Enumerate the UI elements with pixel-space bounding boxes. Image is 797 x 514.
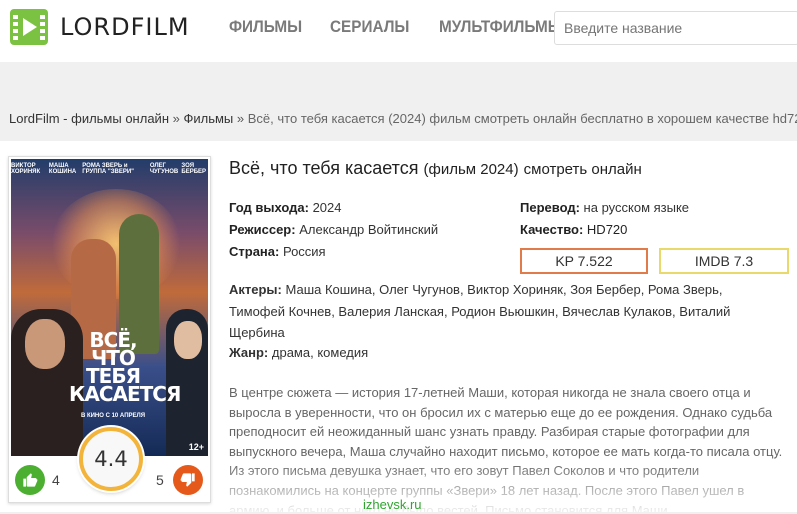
breadcrumb-current: Всё, что тебя касается (2024) фильм смот… (247, 111, 797, 126)
poster-title: ВСЁ, ЧТО ТЕБЯ КАСАЕТСЯ (69, 328, 181, 406)
translation-value: на русском языке (583, 200, 690, 215)
country-label: Страна: (229, 244, 280, 259)
nav-item-series[interactable]: СЕРИАЛЫ (330, 17, 409, 37)
nav-item-films[interactable]: ФИЛЬМЫ (229, 17, 302, 37)
poster-actor-name: ОЛЕГ ЧУГУНОВ (149, 163, 179, 175)
logo-text: LORDFILM (60, 13, 190, 41)
poster-actor-name: МАША КОШИНА (48, 163, 77, 175)
actors-value: Маша Кошина, Олег Чугунов, Виктор Хориня… (229, 282, 731, 340)
year-field: Год выхода: 2024 (229, 200, 341, 215)
nav-item-cartoons[interactable]: МУЛЬТФИЛЬМЫ (439, 17, 563, 37)
thumbs-up-icon (23, 473, 38, 487)
poster-age-rating: 12+ (188, 442, 204, 452)
watermark: izhevsk.ru (363, 497, 422, 512)
dislikes-count: 5 (156, 472, 164, 488)
kp-rating[interactable]: KP 7.522 (520, 248, 648, 274)
breadcrumb-separator: » (236, 111, 245, 126)
description-fade (229, 462, 797, 512)
title-main: Всё, что тебя касается (229, 158, 419, 178)
poster-actor-names: ВИКТОР ХОРИНЯК МАША КОШИНА РОМА ЗВЕРЬ и … (11, 163, 208, 175)
actors-field: Актеры: Маша Кошина, Олег Чугунов, Викто… (229, 279, 769, 344)
poster-release-date: В КИНО С 10 АПРЕЛЯ (80, 413, 146, 419)
country-value: Россия (282, 244, 326, 259)
film-play-icon (10, 9, 48, 45)
like-button[interactable] (15, 465, 45, 495)
quality-field: Качество: HD720 (520, 222, 627, 237)
poster-actor-name: ВИКТОР ХОРИНЯК (11, 163, 41, 175)
director-value: Александр Войтинский (299, 222, 439, 237)
rating-score: 4.4 (79, 427, 143, 491)
breadcrumb-films[interactable]: Фильмы (183, 111, 233, 126)
site-header: LORDFILM ФИЛЬМЫ СЕРИАЛЫ МУЛЬТФИЛЬМЫ (0, 0, 797, 56)
breadcrumb-home[interactable]: LordFilm - фильмы онлайн (9, 111, 169, 126)
title-year: (фильм 2024) (423, 161, 519, 178)
breadcrumb: LordFilm - фильмы онлайн » Фильмы » Всё,… (9, 111, 797, 126)
actors-label: Актеры: (229, 282, 282, 297)
page-title: Всё, что тебя касается (фильм 2024) смот… (229, 158, 642, 179)
genre-label: Жанр: (229, 345, 269, 360)
director-field: Режиссер: Александр Войтинский (229, 222, 438, 237)
dislike-button[interactable] (173, 465, 203, 495)
year-value: 2024 (312, 200, 342, 215)
poster-actor-name: ЗОЯ БЕРБЕР (181, 163, 207, 175)
translation-label: Перевод: (520, 200, 580, 215)
director-label: Режиссер: (229, 222, 296, 237)
title-tail: смотреть онлайн (523, 161, 642, 178)
year-label: Год выхода: (229, 200, 309, 215)
country-field: Страна: Россия (229, 244, 326, 259)
poster-actor-name: РОМА ЗВЕРЬ и ГРУППА "ЗВЕРИ" (82, 163, 135, 175)
quality-value: HD720 (586, 222, 628, 237)
imdb-rating[interactable]: IMDB 7.3 (659, 248, 789, 274)
breadcrumb-separator: » (172, 111, 180, 126)
search-input[interactable] (554, 11, 797, 45)
translation-field: Перевод: на русском языке (520, 200, 689, 215)
genre-field: Жанр: драма, комедия (229, 345, 368, 360)
site-logo[interactable]: LORDFILM (10, 9, 190, 45)
thumbs-down-icon (180, 473, 195, 487)
movie-poster[interactable]: ВИКТОР ХОРИНЯК МАША КОШИНА РОМА ЗВЕРЬ и … (11, 159, 208, 456)
genre-value: драма, комедия (271, 345, 369, 360)
likes-count: 4 (52, 472, 60, 488)
quality-label: Качество: (520, 222, 584, 237)
main-nav: ФИЛЬМЫ СЕРИАЛЫ МУЛЬТФИЛЬМЫ (229, 17, 576, 37)
